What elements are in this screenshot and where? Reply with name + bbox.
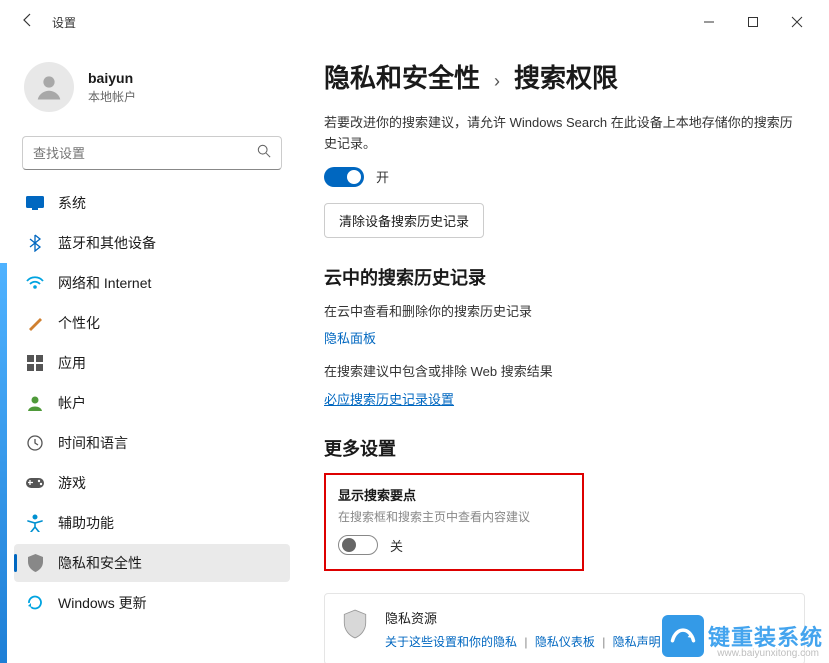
sidebar-item-label: 帐户 [58,393,86,413]
sidebar-item-network[interactable]: 网络和 Internet [14,264,290,302]
titlebar: 设置 [0,0,829,44]
system-icon [26,194,44,212]
privacy-panel-link[interactable]: 隐私面板 [324,328,376,347]
privacy-statement-link[interactable]: 隐私声明 [613,635,661,649]
sidebar-item-label: 辅助功能 [58,513,114,533]
sidebar-item-label: 系统 [58,193,86,213]
window-title: 设置 [52,14,76,31]
privacy-dashboard-link[interactable]: 隐私仪表板 [535,635,595,649]
cloud-history-line2: 在搜索建议中包含或排除 Web 搜索结果 [324,362,805,383]
maximize-button[interactable] [731,6,775,38]
sidebar-item-label: 个性化 [58,313,100,333]
update-icon [26,594,44,612]
breadcrumb-parent[interactable]: 隐私和安全性 [324,58,480,95]
chevron-right-icon: › [494,71,500,92]
clear-device-history-button[interactable]: 清除设备搜索历史记录 [324,203,484,238]
local-history-toggle[interactable] [324,167,364,187]
local-history-toggle-label: 开 [376,167,389,186]
game-icon [26,474,44,492]
search-highlights-desc: 在搜索框和搜索主页中查看内容建议 [338,508,570,525]
sidebar-item-accounts[interactable]: 帐户 [14,384,290,422]
search-highlights-toggle-label: 关 [390,536,403,555]
local-history-desc: 若要改进你的搜索建议，请允许 Windows Search 在此设备上本地存储你… [324,113,805,155]
person-icon [26,394,44,412]
privacy-about-link[interactable]: 关于这些设置和你的隐私 [385,635,517,649]
more-settings-heading: 更多设置 [324,435,805,461]
bluetooth-icon [26,234,44,252]
cloud-history-line1: 在云中查看和删除你的搜索历史记录 [324,302,805,323]
avatar [24,62,74,112]
search-icon [257,144,271,163]
sidebar-item-label: 时间和语言 [58,433,128,453]
search-highlights-title: 显示搜索要点 [338,485,570,504]
sidebar-item-update[interactable]: Windows 更新 [14,584,290,622]
sidebar-item-label: 网络和 Internet [58,273,151,293]
access-icon [26,514,44,532]
sidebar-item-label: 游戏 [58,473,86,493]
breadcrumb: 隐私和安全性 › 搜索权限 [324,58,805,95]
main-content: 隐私和安全性 › 搜索权限 若要改进你的搜索建议，请允许 Windows Sea… [300,44,829,663]
shield-icon [341,608,369,640]
search-input[interactable] [33,146,257,161]
sidebar-item-label: 应用 [58,353,86,373]
search-input-wrap[interactable] [22,136,282,170]
sidebar-item-personalization[interactable]: 个性化 [14,304,290,342]
sidebar-item-system[interactable]: 系统 [14,184,290,222]
sidebar-item-privacy[interactable]: 隐私和安全性 [14,544,290,582]
apps-icon [26,354,44,372]
sidebar-item-apps[interactable]: 应用 [14,344,290,382]
sidebar-item-bluetooth[interactable]: 蓝牙和其他设备 [14,224,290,262]
minimize-button[interactable] [687,6,731,38]
search-highlights-toggle[interactable] [338,535,378,555]
bing-history-settings-link[interactable]: 必应搜索历史记录设置 [324,389,454,408]
clock-icon [26,434,44,452]
privacy-resources-card[interactable]: 隐私资源 关于这些设置和你的隐私 | 隐私仪表板 | 隐私声明 [324,593,805,663]
cloud-history-heading: 云中的搜索历史记录 [324,264,805,290]
sidebar-item-gaming[interactable]: 游戏 [14,464,290,502]
highlight-box: 显示搜索要点 在搜索框和搜索主页中查看内容建议 关 [324,473,584,571]
sidebar-item-label: 隐私和安全性 [58,553,142,573]
shield-icon [26,554,44,572]
edge-decor [0,263,7,663]
sidebar-item-label: 蓝牙和其他设备 [58,233,156,253]
sidebar: baiyun 本地帐户 系统蓝牙和其他设备网络和 Internet 个性化应用帐户… [0,44,300,663]
breadcrumb-current: 搜索权限 [514,58,618,95]
account-block[interactable]: baiyun 本地帐户 [10,52,294,130]
account-type: 本地帐户 [88,88,136,105]
brush-icon [26,314,44,332]
nav-list: 系统蓝牙和其他设备网络和 Internet 个性化应用帐户时间和语言游戏辅助功能隐… [10,184,294,622]
privacy-resources-title: 隐私资源 [385,608,661,627]
sidebar-item-accessibility[interactable]: 辅助功能 [14,504,290,542]
sidebar-item-time[interactable]: 时间和语言 [14,424,290,462]
sidebar-item-label: Windows 更新 [58,593,147,613]
close-button[interactable] [775,6,819,38]
wifi-icon [26,274,44,292]
account-name: baiyun [88,70,136,86]
back-button[interactable] [10,12,46,33]
